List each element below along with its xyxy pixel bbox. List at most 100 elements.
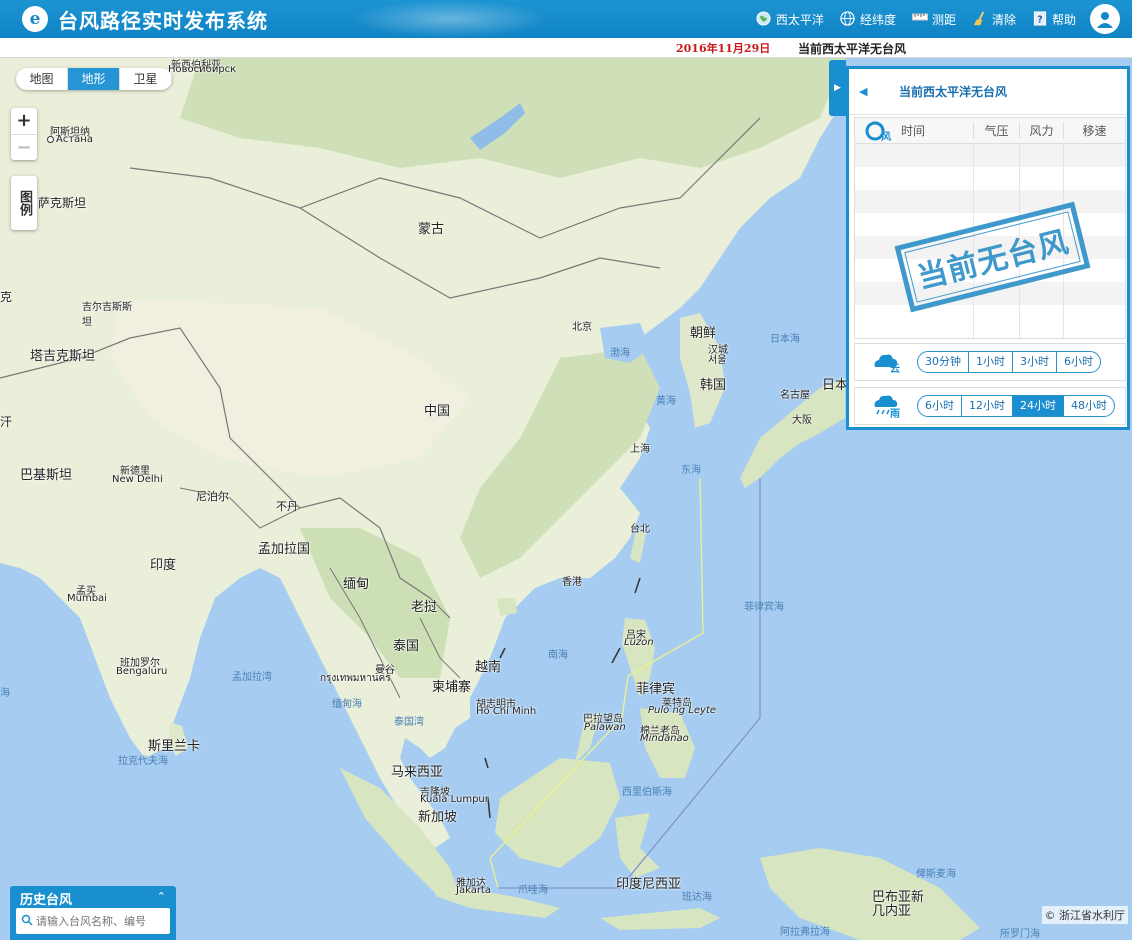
typhoon-status: 当前西太平洋无台风	[798, 42, 907, 56]
history-title: 历史台风	[20, 893, 73, 908]
table-row	[855, 305, 1125, 328]
copyright: © 浙江省水利厅	[1041, 906, 1128, 924]
map-type-switcher: 地图 地形 卫星	[16, 68, 172, 90]
map-label: 印度	[150, 558, 177, 573]
help-icon: ?	[1032, 11, 1048, 27]
tool-clear[interactable]: 清除	[972, 11, 1016, 28]
map-label: Pulo ng Leyte	[648, 705, 717, 716]
cloud-icon: 云	[855, 351, 917, 373]
rain-option-6h[interactable]: 6小时	[918, 396, 962, 416]
column-header-pressure: 气压	[973, 122, 1019, 139]
map-label: 汗	[0, 415, 13, 429]
map-label: 菲律宾海	[744, 602, 784, 613]
app-title: 台风路径实时发布系统	[58, 8, 268, 33]
chevron-up-icon[interactable]: ⌃	[157, 890, 166, 903]
tool-label: 帮助	[1051, 12, 1076, 27]
rain-option-48h[interactable]: 48小时	[1064, 396, 1114, 416]
map-label: 泰国湾	[394, 717, 424, 728]
cloud-option-30min[interactable]: 30分钟	[918, 352, 969, 372]
map-label: 不丹	[276, 500, 298, 513]
map-label: Jakarta	[456, 885, 491, 896]
map-label: 黄海	[656, 396, 676, 407]
status-bar: 2016年11月29日 当前西太平洋无台风	[0, 38, 1132, 58]
cloud-option-6h[interactable]: 6小时	[1057, 352, 1100, 372]
map-label: Luzon	[624, 637, 654, 648]
wind-icon: 风	[855, 120, 901, 142]
panel-title: 当前西太平洋无台风	[899, 85, 1008, 99]
cloud-option-1h[interactable]: 1小时	[969, 352, 1013, 372]
map-label: 香港	[562, 577, 582, 588]
history-search-input[interactable]	[36, 914, 166, 928]
map-label: 阿拉弗拉海	[780, 927, 830, 938]
tool-label: 经纬度	[859, 12, 896, 27]
grid-globe-icon	[840, 11, 856, 27]
chevron-right-icon: ▶	[834, 83, 841, 93]
legend-button[interactable]: 图例	[11, 176, 37, 230]
tool-label: 清除	[991, 12, 1016, 27]
rain-icon-label: 雨	[890, 408, 900, 418]
tool-label: 西太平洋	[775, 12, 824, 27]
map-label: 萨克斯坦	[38, 196, 87, 210]
cloud-option-3h[interactable]: 3小时	[1013, 352, 1057, 372]
zoom-out-button[interactable]: −	[11, 134, 37, 160]
map-label: 越南	[475, 660, 502, 675]
tool-lat-lon[interactable]: 经纬度	[840, 11, 896, 28]
rain-option-24h[interactable]: 24小时	[1013, 396, 1064, 416]
map-label: 俾斯麦海	[916, 869, 956, 880]
history-search-box	[16, 908, 170, 934]
map-label: กรุงเทพมหานคร	[320, 673, 391, 684]
map-label: 塔吉克斯坦	[30, 349, 96, 364]
map-label: 所罗门海	[1000, 929, 1040, 940]
column-header-wind: 风力	[1019, 122, 1063, 139]
map-label: 上海	[630, 444, 650, 455]
ruler-icon	[911, 11, 928, 27]
map-label: 孟加拉国	[258, 542, 311, 557]
map-label: 北京	[572, 322, 592, 333]
search-icon	[21, 914, 33, 929]
tool-west-pacific[interactable]: 西太平洋	[756, 11, 824, 28]
map-label: New Delhi	[112, 474, 163, 485]
map-label: 马来西亚	[391, 765, 444, 780]
map-label: 缅甸海	[332, 699, 362, 710]
column-header-speed: 移速	[1063, 122, 1125, 139]
table-row	[855, 190, 1125, 213]
zoom-in-button[interactable]: +	[11, 108, 37, 134]
map-label: 班达海	[682, 892, 712, 903]
map-label: 老挝	[411, 600, 438, 615]
map-label: 爪哇海	[518, 885, 548, 896]
typhoon-info-panel: ◀ 当前西太平洋无台风 风 时间 气压 风力 移速 当前无台风 云 30分钟 1…	[846, 66, 1130, 430]
map-label: 孟加拉湾	[232, 672, 272, 683]
rain-time-selector: 6小时 12小时 24小时 48小时	[917, 395, 1115, 417]
map-label: 蒙古	[418, 222, 445, 237]
rain-option-12h[interactable]: 12小时	[962, 396, 1013, 416]
current-date: 2016年11月29日	[676, 42, 771, 55]
map-label: Palawan	[584, 722, 626, 733]
column-header-time: 时间	[901, 124, 926, 138]
map-label: 台北	[630, 524, 650, 535]
map-label: 日本	[822, 378, 849, 393]
map-label: 名古屋	[780, 390, 810, 401]
user-avatar-icon[interactable]	[1090, 4, 1120, 34]
tool-help[interactable]: ? 帮助	[1032, 11, 1076, 28]
broom-icon	[972, 11, 988, 27]
speaker-icon[interactable]: ◀	[859, 85, 871, 98]
map-label: 南海	[548, 650, 568, 661]
map-label: Hồ Chí Minh	[476, 706, 537, 717]
rain-icon: 雨	[855, 394, 917, 418]
zoom-control: + −	[11, 108, 37, 160]
map-label: 西里伯斯海	[622, 787, 672, 798]
globe-icon	[756, 11, 772, 27]
map-label: 韩国	[700, 378, 727, 393]
wind-icon-label: 风	[881, 131, 891, 142]
map-type-terrain[interactable]: 地形	[68, 68, 120, 90]
map-label: 拉克代夫海	[118, 756, 168, 767]
cloud-time-selector: 30分钟 1小时 3小时 6小时	[917, 351, 1101, 373]
map-label: 海	[0, 688, 10, 699]
map-label: 泰国	[393, 639, 420, 654]
panel-collapse-button[interactable]: ▶	[829, 60, 846, 116]
map-type-satellite[interactable]: 卫星	[120, 68, 172, 90]
map-label: 印度尼西亚	[616, 877, 682, 892]
tool-measure[interactable]: 测距	[911, 11, 956, 28]
map-type-map[interactable]: 地图	[16, 68, 68, 90]
map-label: 吉尔吉斯斯坦	[82, 302, 132, 328]
